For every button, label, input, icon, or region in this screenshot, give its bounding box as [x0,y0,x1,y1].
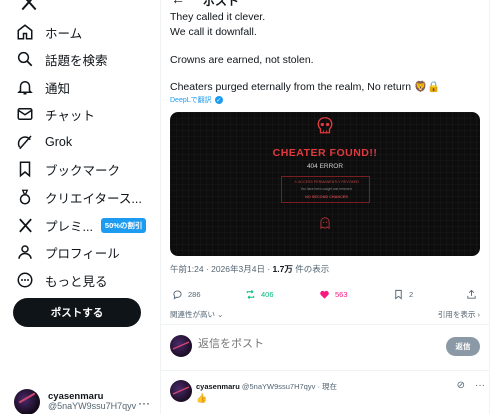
view-label: 件の表示 [292,264,330,274]
warning-line: You have been caught and removed. [300,187,353,191]
check-icon: ✓ [214,96,223,104]
share-icon [467,289,476,299]
more-icon [14,269,36,291]
sidebar-item-label: 通知 [45,81,71,96]
bell-icon [14,76,36,98]
tweet-meta: 午前1:24 · 2026年3月4日 · 1.7万 件の表示 [170,263,329,275]
reply-count: 286 [188,290,201,299]
person-icon [14,241,36,263]
more-dots-icon[interactable]: ··· [475,380,485,391]
account-switcher[interactable]: cyasenmaru @5naYW9ssu7H7qyv ··· [14,388,160,414]
search-icon [14,48,36,70]
bookmark-button[interactable]: 2 [393,289,413,300]
reply-handle: @5naYW9ssu7H7qyv [241,382,316,391]
account-handle: @5naYW9ssu7H7qyv [48,401,137,412]
warning-line: ⚠ ACCESS PERMANENTLY REVOKED [294,180,359,184]
main-column: ← ポスト They called it clever. We call it … [161,0,489,414]
sidebar-item-label: クリエイタース... [45,191,142,206]
discount-badge: 50%の割引 [100,217,147,233]
tweet-timestamp: 午前1:24 · 2026年3月4日 · [170,264,273,274]
ghost-icon [320,217,330,230]
repost-count: 406 [261,290,274,299]
divider [161,370,489,371]
sidebar-item-label: もっと見る [45,274,108,289]
x-logo-icon[interactable] [19,0,39,12]
reply-button[interactable]: 286 [172,289,201,300]
reply-author: cyasenmaru [196,382,240,391]
avatar [170,380,192,402]
sidebar-item-label: プロフィール [45,246,120,261]
sidebar-item-premium[interactable]: プレミ... 50%の割引 [14,211,147,239]
avatar [170,335,192,357]
translate-label: DeepLで翻訳 [170,97,212,104]
more-dots-icon: ··· [138,396,150,410]
reply-header: cyasenmaru @5naYW9ssu7H7qyv · 現在 [196,381,337,392]
bookmark-count: 2 [409,290,414,299]
sidebar-item-chat[interactable]: チャット [14,100,95,128]
mail-icon [14,103,36,125]
view-count: 1.7万 [272,264,293,274]
sidebar-item-grok[interactable]: Grok [14,128,72,156]
sidebar-item-label: ホーム [45,26,83,41]
sidebar-item-label: 話題を検索 [45,53,108,68]
tweet-text-line: We call it downfall. [170,26,257,38]
reply-input[interactable] [198,338,378,350]
like-button[interactable]: 563 [319,289,348,300]
sidebar-item-home[interactable]: ホーム [14,18,82,46]
divider [161,324,489,325]
view-quotes-link[interactable]: 引用を表示 › [438,309,480,320]
grok-icon[interactable]: ⊘ [457,380,465,391]
warning-line: NO SECOND CHANCES [305,195,348,199]
sidebar-item-label: プレミ... [45,219,93,234]
page-title: ポスト [203,0,240,8]
bookmark-icon [14,158,36,180]
heart-icon [320,290,329,299]
sidebar-item-more[interactable]: もっと見る [14,266,108,294]
sidebar: ホーム 話題を検索 通知 チャット Grok ブックマーク クリエイタース...… [0,0,160,414]
sidebar-item-notifications[interactable]: 通知 [14,73,70,101]
reply-body: 👍 [196,393,208,403]
translate-link[interactable]: DeepLで翻訳 ✓ [170,95,223,105]
tweet-text-line: Crowns are earned, not stolen. [170,54,314,66]
column-divider [489,0,490,414]
reply-tweet[interactable]: cyasenmaru @5naYW9ssu7H7qyv · 現在 👍 ⊘ ··· [170,378,485,414]
repost-icon [246,290,255,299]
share-button[interactable] [466,289,482,300]
avatar [14,389,40,414]
sidebar-item-bookmarks[interactable]: ブックマーク [14,155,120,183]
image-error-code: 404 ERROR [306,163,344,170]
reply-submit-button[interactable]: 返信 [446,337,480,356]
sidebar-item-profile[interactable]: プロフィール [14,238,120,266]
repost-button[interactable]: 406 [245,289,274,300]
x-icon [14,214,36,236]
image-headline: CHEATER FOUND!! [272,147,378,159]
page-header: ← ポスト [161,0,489,11]
back-arrow-icon[interactable]: ← [171,0,185,7]
sidebar-item-label: Grok [45,135,73,149]
home-icon [14,21,36,43]
skull-icon [317,117,333,134]
sort-dropdown[interactable]: 関連性が高い ⌄ [170,309,223,320]
like-count: 563 [335,290,348,299]
image-warning-box: ⚠ ACCESS PERMANENTLY REVOKED You have be… [281,176,370,203]
reply-composer: 返信 [170,334,480,360]
sidebar-item-label: チャット [45,108,95,123]
sidebar-item-creator-studio[interactable]: クリエイタース... [14,183,142,211]
post-button[interactable]: ポストする [13,298,141,327]
tweet-image[interactable]: CHEATER FOUND!! 404 ERROR ⚠ ACCESS PERMA… [170,112,480,256]
reply-time: · 現在 [317,382,338,391]
tweet-text-line: Cheaters purged eternally from the realm… [170,81,441,93]
tweet-actions: 286 406 563 2 [161,289,489,305]
tweet-text-line: They called it clever. [170,11,266,23]
reply-tools: ⊘ ··· [457,380,485,391]
creator-icon [14,186,36,208]
bookmark-icon [395,289,402,300]
grok-icon [14,131,36,153]
sidebar-item-explore[interactable]: 話題を検索 [14,45,108,73]
reply-icon [173,290,182,300]
sidebar-item-label: ブックマーク [45,163,121,178]
